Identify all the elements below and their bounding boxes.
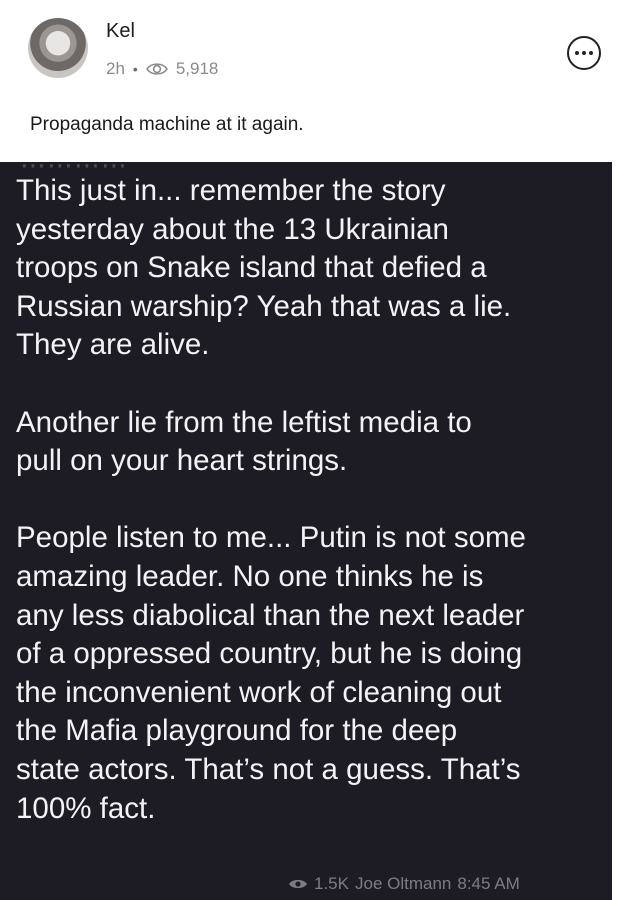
screenshot-edge — [612, 162, 626, 900]
post-meta: 2h • 5,918 — [106, 59, 218, 79]
post-time: 2h — [106, 59, 125, 78]
footer-views: 1.5K — [314, 874, 349, 893]
post-header: Kel 2h • 5,918 Propaganda machine at it … — [0, 0, 626, 162]
view-count: 5,918 — [175, 59, 219, 78]
footer-time: 8:45 AM — [457, 874, 520, 893]
more-dot — [582, 51, 586, 55]
screenshot-body-text: This just in... remember the story yeste… — [16, 174, 526, 825]
footer-author: Joe Oltmann — [354, 874, 452, 893]
avatar[interactable] — [28, 18, 88, 78]
post-caption: Propaganda machine at it again. — [30, 114, 304, 135]
eye-icon — [145, 61, 168, 77]
embedded-screenshot[interactable]: ⋯⋯⋯⋯ This just in... remember the story … — [0, 162, 612, 900]
more-dot — [589, 51, 593, 55]
more-options-button[interactable] — [567, 36, 601, 70]
more-dot — [575, 51, 579, 55]
eye-icon — [289, 879, 307, 889]
author-name[interactable]: Kel — [106, 20, 135, 43]
screenshot-footer: 1.5K Joe Oltmann 8:45 AM — [288, 874, 520, 894]
meta-separator: • — [132, 61, 138, 77]
